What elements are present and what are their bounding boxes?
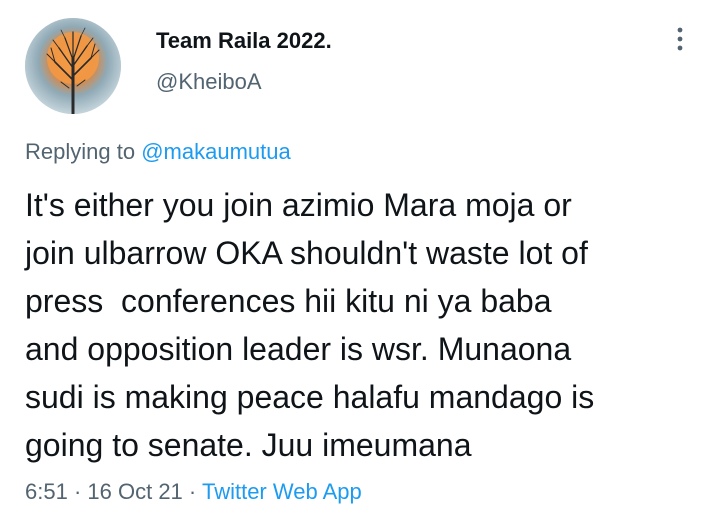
- more-vertical-icon: [677, 27, 683, 51]
- tweet-line: press conferences hii kitu ni ya baba: [25, 283, 552, 319]
- reply-context: Replying to @makaumutua: [25, 139, 291, 165]
- meta-separator: ·: [188, 479, 197, 504]
- tweet-source-link[interactable]: Twitter Web App: [202, 479, 362, 504]
- avatar[interactable]: [25, 18, 121, 114]
- reply-mention-link[interactable]: @makaumutua: [141, 139, 291, 164]
- tweet-line: join ulbarrow OKA shouldn't waste lot of: [25, 235, 588, 271]
- tree-at-sunset-avatar: [25, 18, 121, 114]
- tweet-metadata: 6:51 · 16 Oct 21 · Twitter Web App: [25, 479, 362, 505]
- tweet-text: It's either you join azimio Mara moja or…: [25, 181, 705, 469]
- tweet-line: and opposition leader is wsr. Munaona: [25, 331, 572, 367]
- tweet-line: It's either you join azimio Mara moja or: [25, 187, 572, 223]
- author-display-name[interactable]: Team Raila 2022.: [156, 28, 332, 54]
- tweet-time[interactable]: 6:51: [25, 479, 68, 504]
- tweet-line: sudi is making peace halafu mandago is: [25, 379, 595, 415]
- meta-separator: ·: [73, 479, 82, 504]
- reply-prefix: Replying to: [25, 139, 136, 164]
- author-handle[interactable]: @KheiboA: [156, 69, 262, 95]
- tweet-line: going to senate. Juu imeumana: [25, 427, 472, 463]
- tweet-date[interactable]: 16 Oct 21: [87, 479, 182, 504]
- more-options-button[interactable]: [664, 22, 696, 58]
